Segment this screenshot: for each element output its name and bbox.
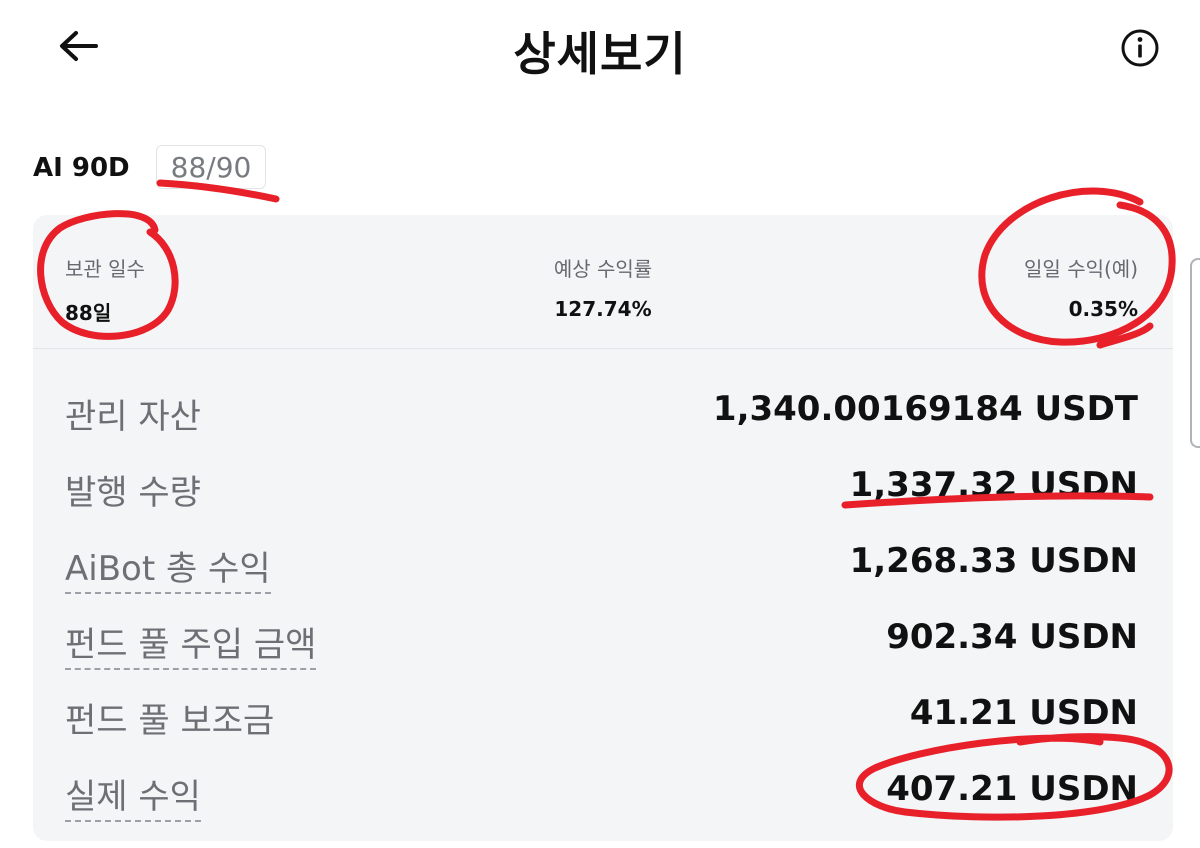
detail-row-managed-assets: 관리 자산 1,340.00169184 USDT [33,381,1173,441]
header-bar: 상세보기 [0,0,1200,100]
detail-label-tooltip[interactable]: 펀드 풀 주입 금액 [65,617,317,670]
detail-label-tooltip[interactable]: AiBot 총 수익 [65,541,271,594]
progress-badge: 88/90 [156,145,266,189]
product-name: AI 90D [33,153,130,183]
stat-value: 127.74% [554,297,652,321]
detail-row-actual-profit: 실제 수익 407.21 USDN [33,761,1173,822]
stat-label: 일일 수익(예) [1024,257,1138,281]
stat-value: 0.35% [1068,297,1138,321]
info-circle-icon [1121,29,1159,67]
stat-expected-return: 예상 수익률 127.74% [503,253,703,321]
detail-value: 1,340.00169184 USDT [712,389,1138,429]
detail-card: 보관 일수 88일 예상 수익률 127.74% 일일 수익(예) 0.35% … [33,215,1173,841]
detail-row-issued-amount: 발행 수량 1,337.32 USDN [33,457,1173,517]
detail-row-fund-pool-injection: 펀드 풀 주입 금액 902.34 USDN [33,609,1173,670]
stat-value: 88일 [65,301,112,325]
detail-value: 902.34 USDN [886,617,1138,657]
stat-label: 보관 일수 [65,257,145,281]
detail-value: 407.21 USDN [886,769,1138,809]
scrollbar[interactable] [1190,258,1200,448]
stat-label: 예상 수익률 [553,257,653,281]
info-button[interactable] [1118,26,1162,70]
stats-summary: 보관 일수 88일 예상 수익률 127.74% 일일 수익(예) 0.35% [33,215,1173,349]
stat-holding-days: 보관 일수 88일 [65,253,145,326]
detail-value: 41.21 USDN [909,693,1138,733]
detail-page: 상세보기 AI 90D 88/90 보관 일수 88일 예상 수익률 127.7… [0,0,1200,848]
stat-daily-return: 일일 수익(예) 0.35% [1024,253,1138,321]
detail-label: 관리 자산 [65,397,201,437]
detail-row-aibot-total-profit: AiBot 총 수익 1,268.33 USDN [33,533,1173,594]
detail-value: 1,268.33 USDN [849,541,1138,581]
detail-label-tooltip[interactable]: 실제 수익 [65,769,201,822]
detail-row-fund-pool-subsidy: 펀드 풀 보조금 41.21 USDN [33,685,1173,745]
detail-label: 발행 수량 [65,473,201,513]
detail-label: 펀드 풀 보조금 [65,701,275,741]
page-title: 상세보기 [513,27,687,81]
detail-value: 1,337.32 USDN [849,465,1138,505]
